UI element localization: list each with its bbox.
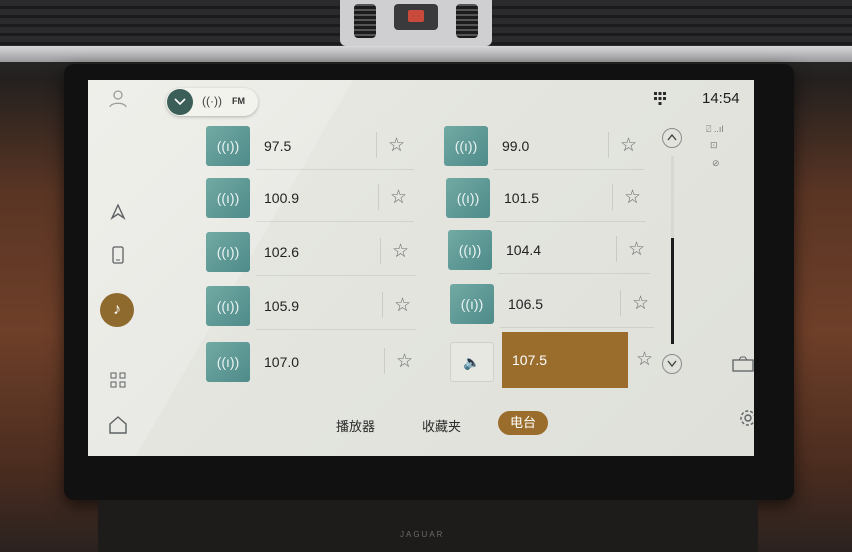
radio-tower-icon: ((ı)) — [450, 284, 494, 324]
tab-player[interactable]: 播放器 — [336, 416, 375, 435]
star-icon[interactable]: ☆ — [620, 134, 637, 157]
apps-grid-icon[interactable] — [104, 370, 132, 398]
star-icon[interactable]: ☆ — [396, 350, 413, 373]
station-frequency: 105.9 — [264, 298, 300, 314]
star-icon[interactable]: ☆ — [394, 294, 411, 317]
phone-icon[interactable] — [104, 246, 132, 274]
star-icon[interactable]: ☆ — [636, 348, 653, 371]
station-frequency: 107.0 — [264, 354, 300, 370]
brand-logo: JAGUAR — [400, 530, 445, 539]
keypad-icon[interactable] — [654, 92, 666, 111]
radio-tower-icon: ((ı)) — [446, 178, 490, 218]
station-item-playing[interactable]: 🔈 107.5 ☆ — [450, 332, 658, 388]
tab-favorites[interactable]: 收藏夹 — [422, 416, 461, 435]
station-frequency: 106.5 — [508, 296, 544, 312]
station-item[interactable]: ((ı)) 101.5 ☆ — [446, 176, 646, 224]
radio-tower-icon: ((ı)) — [206, 342, 250, 382]
mute-status-icon: ⊘ — [712, 158, 720, 168]
star-icon[interactable]: ☆ — [392, 240, 409, 263]
car-status-icon: ⊡ — [710, 140, 718, 150]
center-controls — [340, 0, 492, 46]
radio-signal-icon: ((·)) — [202, 94, 222, 108]
radio-tower-icon: ((ı)) — [206, 126, 250, 166]
station-frequency: 97.5 — [264, 138, 292, 154]
user-icon[interactable] — [104, 88, 132, 116]
station-item[interactable]: ((ı)) 99.0 ☆ — [444, 124, 644, 172]
vent-wheel-left — [354, 4, 376, 38]
station-frequency: 102.6 — [264, 244, 300, 260]
station-item[interactable]: ((ı)) 97.5 ☆ — [206, 124, 414, 172]
station-item[interactable]: ((ı)) 105.9 ☆ — [206, 284, 416, 332]
navigation-icon[interactable] — [104, 202, 132, 230]
radio-tower-icon: ((ı)) — [448, 230, 492, 270]
station-item[interactable]: ((ı)) 106.5 ☆ — [450, 282, 654, 330]
star-icon[interactable]: ☆ — [390, 186, 407, 209]
scroll-up-button[interactable] — [662, 128, 682, 148]
scroll-down-button[interactable] — [662, 354, 682, 374]
radio-tower-icon: ((ı)) — [444, 126, 488, 166]
lower-console — [98, 500, 758, 552]
radio-tower-icon: ((ı)) — [206, 232, 250, 272]
tab-radio[interactable]: 电台 — [498, 411, 548, 435]
station-item[interactable]: ((ı)) 107.0 ☆ — [206, 340, 418, 388]
station-item[interactable]: ((ı)) 102.6 ☆ — [206, 230, 416, 278]
station-frequency: 99.0 — [502, 138, 530, 154]
radio-tower-icon: ((ı)) — [206, 286, 250, 326]
source-selector[interactable]: ((·)) FM — [166, 88, 258, 116]
home-icon[interactable] — [104, 416, 132, 444]
camera-icon[interactable] — [732, 356, 754, 377]
chevron-down-icon[interactable] — [167, 89, 193, 115]
infotainment-screen: ♪ ((·)) FM 14:54 ⍁ ..ıl ⊡ ⊘ ((ı)) 97.5 ☆… — [88, 80, 754, 456]
signal-status-icon: ⍁ ..ıl — [706, 124, 724, 134]
station-frequency: 107.5 — [512, 352, 548, 368]
star-icon[interactable]: ☆ — [632, 292, 649, 315]
scrollbar-thumb[interactable] — [671, 238, 674, 344]
hazard-button — [394, 4, 438, 30]
dashboard-trim — [0, 46, 852, 62]
station-frequency: 104.4 — [506, 242, 542, 258]
station-item[interactable]: ((ı)) 104.4 ☆ — [448, 228, 650, 276]
star-icon[interactable]: ☆ — [388, 134, 405, 157]
speaker-icon: 🔈 — [450, 342, 494, 382]
station-item[interactable]: ((ı)) 100.9 ☆ — [206, 176, 414, 224]
radio-tower-icon: ((ı)) — [206, 178, 250, 218]
star-icon[interactable]: ☆ — [624, 186, 641, 209]
vent-wheel-right — [456, 4, 478, 38]
gear-icon[interactable] — [738, 408, 754, 433]
band-label: FM — [232, 96, 245, 106]
station-frequency: 101.5 — [504, 190, 540, 206]
clock: 14:54 — [702, 90, 740, 107]
station-frequency: 100.9 — [264, 190, 300, 206]
music-icon[interactable]: ♪ — [100, 293, 134, 327]
star-icon[interactable]: ☆ — [628, 238, 645, 261]
